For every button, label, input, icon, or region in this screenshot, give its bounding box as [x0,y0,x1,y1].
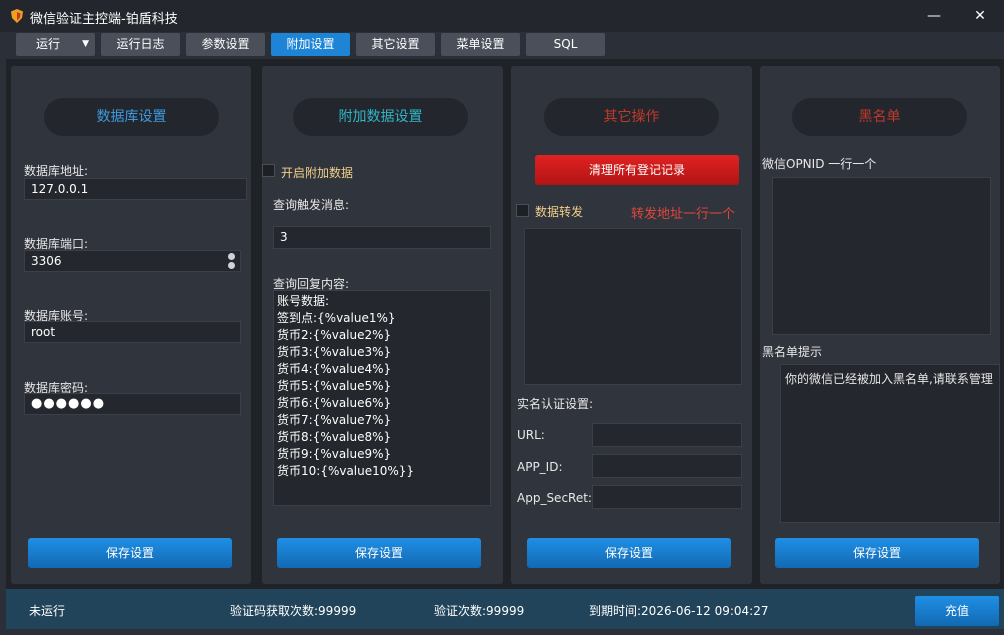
blacklist-panel: 黑名单 微信OPNID 一行一个 黑名单提示 你的微信已经被加入黑名单,请联系管… [760,66,1000,584]
db-port-value: 3306 [31,254,62,268]
realname-settings-label: 实名认证设置: [517,397,594,411]
data-forward-checkbox[interactable] [516,204,529,217]
reply-content-textarea[interactable]: 账号数据: 签到点:{%value1%} 货币2:{%value2%} 货币3:{%v… [273,290,491,506]
data-forward-label: 数据转发 [535,205,584,219]
url-input[interactable] [592,423,742,447]
window-title: 微信验证主控端-铂盾科技 [30,12,178,27]
content-area: 数据库设置 数据库地址: 127.0.0.1 数据库端口: 3306 数据库账号… [6,59,1004,589]
expire-time-text: 到期时间:2026-06-12 09:04:27 [589,604,769,618]
tab-bar: 运行 ▼ 运行日志 参数设置 附加设置 其它设置 菜单设置 SQL [0,32,1004,58]
spin-arrows-icon[interactable] [228,252,236,270]
blacklist-panel-heading: 黑名单 [792,98,967,136]
dropdown-arrow-icon[interactable]: ▼ [82,33,89,56]
forward-address-hint: 转发地址一行一个 [631,207,736,222]
db-password-input[interactable]: ●●●●●● [24,393,241,415]
reply-content-line: 货币4:{%value4%} [277,362,392,376]
other-save-button[interactable]: 保存设置 [527,538,731,568]
close-button[interactable]: ✕ [960,4,1000,28]
app-secret-label: App_SecRet: [517,491,592,505]
tab-sql[interactable]: SQL [526,33,605,56]
trigger-message-label: 查询触发消息: [273,198,350,212]
reply-content-line: 货币2:{%value2%} [277,328,392,342]
verify-count-text: 验证次数:99999 [434,604,525,618]
blacklist-tip-label: 黑名单提示 [762,345,823,359]
forward-address-textarea[interactable] [524,228,742,385]
extra-data-panel: 附加数据设置 开启附加数据 查询触发消息: 3 查询回复内容: 账号数据: 签到点… [262,66,503,584]
tab-menu-settings[interactable]: 菜单设置 [441,33,520,56]
minimize-button[interactable]: — [914,4,954,28]
db-address-label: 数据库地址: [24,164,89,178]
database-panel: 数据库设置 数据库地址: 127.0.0.1 数据库端口: 3306 数据库账号… [11,66,251,584]
blacklist-tip-text: 你的微信已经被加入黑名单,请联系管理 [785,372,993,386]
trigger-message-input[interactable]: 3 [273,226,491,249]
blacklist-save-button[interactable]: 保存设置 [775,538,979,568]
app-secret-input[interactable] [592,485,742,509]
openid-label: 微信OPNID 一行一个 [762,157,877,171]
tab-param-settings[interactable]: 参数设置 [186,33,265,56]
reply-content-line: 货币10:{%value10%}} [277,464,415,478]
recharge-button[interactable]: 充值 [915,596,999,626]
reply-content-line: 货币7:{%value7%} [277,413,392,427]
reply-content-line: 货币9:{%value9%} [277,447,392,461]
other-operations-panel: 其它操作 清理所有登记记录 数据转发 转发地址一行一个 实名认证设置: URL:… [511,66,752,584]
reply-content-line: 货币6:{%value6%} [277,396,392,410]
tab-run[interactable]: 运行 ▼ [16,33,95,56]
reply-content-line: 货币3:{%value3%} [277,345,392,359]
reply-content-line: 账号数据: [277,294,330,308]
app-id-input[interactable] [592,454,742,478]
url-label: URL: [517,428,545,442]
tab-extra-settings[interactable]: 附加设置 [271,33,350,56]
enable-extra-data-checkbox[interactable] [262,164,275,177]
db-port-spinbox[interactable]: 3306 [24,250,241,272]
other-operations-panel-heading: 其它操作 [544,98,719,136]
tab-run-label: 运行 [36,37,61,51]
code-count-text: 验证码获取次数:99999 [230,604,357,618]
extra-data-save-button[interactable]: 保存设置 [277,538,481,568]
clear-records-button[interactable]: 清理所有登记记录 [535,155,739,185]
db-account-input[interactable]: root [24,321,241,343]
db-address-input[interactable]: 127.0.0.1 [24,178,247,200]
db-save-button[interactable]: 保存设置 [28,538,232,568]
openid-textarea[interactable] [772,177,991,335]
database-panel-heading: 数据库设置 [44,98,219,136]
extra-data-panel-heading: 附加数据设置 [293,98,468,136]
app-id-label: APP_ID: [517,460,563,474]
run-status-text: 未运行 [29,604,66,618]
shield-logo-icon [11,9,23,23]
reply-content-line: 货币5:{%value5%} [277,379,392,393]
tab-run-log[interactable]: 运行日志 [101,33,180,56]
enable-extra-data-label: 开启附加数据 [281,166,354,180]
tab-other-settings[interactable]: 其它设置 [356,33,435,56]
title-bar: 微信验证主控端-铂盾科技 — ✕ [0,0,1004,32]
reply-content-line: 货币8:{%value8%} [277,430,392,444]
reply-content-line: 签到点:{%value1%} [277,311,396,325]
blacklist-tip-textarea[interactable]: 你的微信已经被加入黑名单,请联系管理 [780,364,1000,523]
status-bar: 未运行 验证码获取次数:99999 验证次数:99999 到期时间:2026-0… [6,589,1004,629]
